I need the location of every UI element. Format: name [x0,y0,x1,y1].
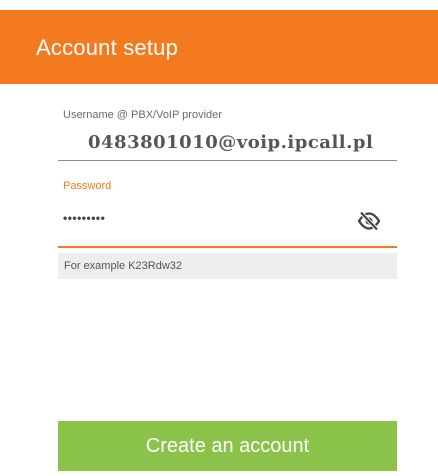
password-visibility-toggle[interactable] [356,210,382,232]
username-underline [58,160,397,161]
password-field[interactable]: ••••••••• [63,211,105,225]
app-bar: Account setup [0,10,438,84]
page-title: Account setup [36,35,179,60]
username-field[interactable]: 0483801010@voip.ipcall.pl [88,132,373,153]
username-label: Username @ PBX/VoIP provider [63,109,222,121]
password-hint: For example K23Rdw32 [58,253,397,279]
visibility-off-icon [357,211,381,231]
create-account-button[interactable]: Create an account [58,421,397,471]
password-underline [58,246,397,248]
password-label: Password [63,180,112,192]
password-hint-text: For example K23Rdw32 [64,260,183,272]
